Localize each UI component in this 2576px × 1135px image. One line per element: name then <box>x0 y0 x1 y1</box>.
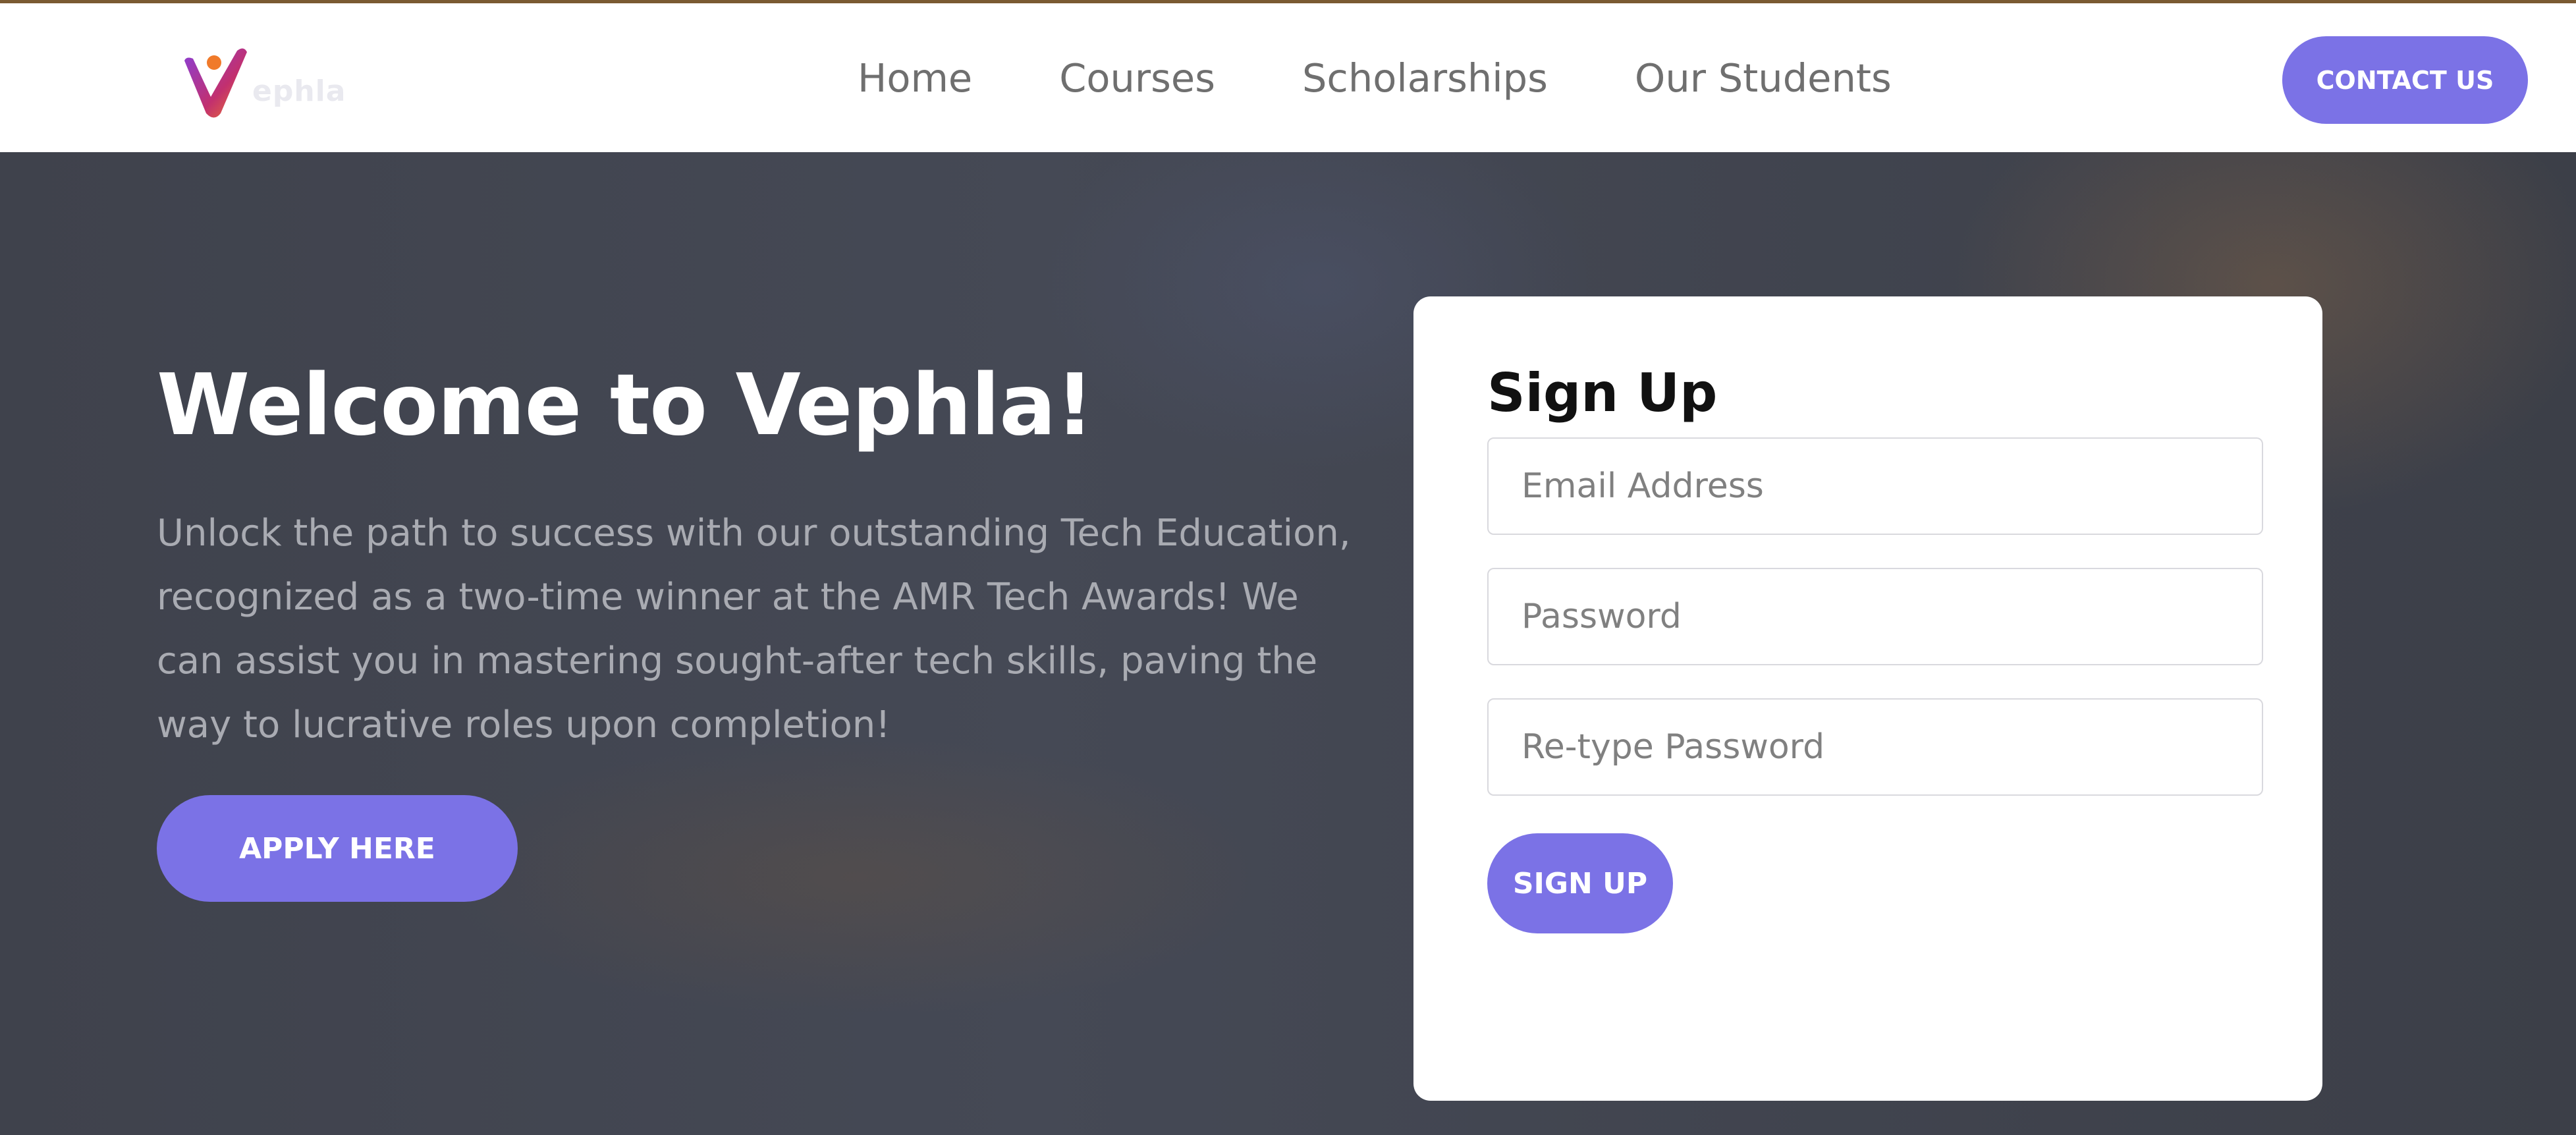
hero-title: Welcome to Vephla! <box>157 356 1094 455</box>
nav-link-scholarships[interactable]: Scholarships <box>1302 55 1548 101</box>
hero-section: Welcome to Vephla! Unlock the path to su… <box>0 152 2576 1135</box>
email-field[interactable] <box>1487 437 2263 535</box>
contact-us-button[interactable]: CONTACT US <box>2282 36 2528 124</box>
retype-password-field[interactable] <box>1487 698 2263 796</box>
apply-here-button[interactable]: APPLY HERE <box>157 795 518 902</box>
nav-link-courses[interactable]: Courses <box>1059 55 1215 101</box>
brand-logo[interactable]: ephla <box>181 44 352 123</box>
nav-link-home[interactable]: Home <box>858 55 972 101</box>
sign-up-button[interactable]: SIGN UP <box>1487 833 1673 933</box>
hero-description: Unlock the path to success with our outs… <box>157 512 1351 746</box>
signup-title: Sign Up <box>1487 362 1718 424</box>
vephla-logo-icon <box>184 48 247 118</box>
navbar: ephla Home Courses Scholarships Our Stud… <box>0 3 2576 152</box>
main-nav: Home Courses Scholarships Our Students <box>858 3 1892 152</box>
signup-card: Sign Up SIGN UP <box>1413 296 2322 1101</box>
password-field[interactable] <box>1487 568 2263 665</box>
nav-link-our-students[interactable]: Our Students <box>1635 55 1892 101</box>
logo-text: ephla <box>252 74 346 108</box>
